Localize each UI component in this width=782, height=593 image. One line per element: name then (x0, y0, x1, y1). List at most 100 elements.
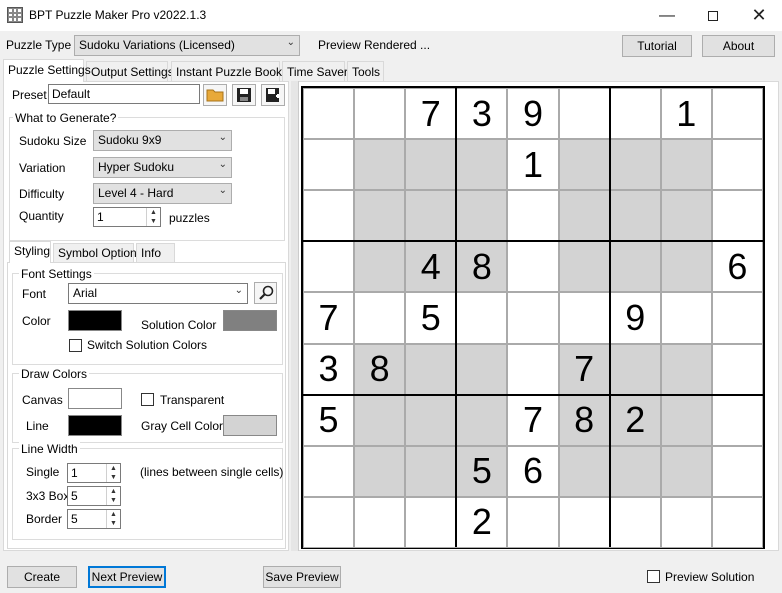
border-width-stepper[interactable]: 5 ▲ ▼ (67, 509, 121, 529)
sudoku-cell: 7 (405, 88, 457, 140)
sudoku-cell: 9 (507, 88, 559, 140)
sudoku-cell (660, 190, 712, 242)
spin-arrows-icon[interactable]: ▲ ▼ (106, 510, 120, 528)
color-label: Color (22, 314, 51, 328)
status-text: Preview Rendered ... (318, 38, 431, 52)
sudoku-cell (456, 343, 508, 395)
box-width-stepper[interactable]: 5 ▲ ▼ (67, 486, 121, 506)
save-as-icon[interactable] (261, 84, 285, 106)
tab-output-settings[interactable]: Output Settings (86, 61, 174, 81)
about-button[interactable]: About (702, 35, 775, 57)
tab-puzzle-settings[interactable]: Puzzle Settings (3, 59, 91, 82)
sudoku-cell (609, 241, 661, 293)
draw-colors-title: Draw Colors (19, 367, 90, 381)
sudoku-cell: 6 (507, 445, 559, 497)
tab-instant-puzzle-books[interactable]: Instant Puzzle Books (171, 61, 288, 81)
sudoku-cell (507, 496, 559, 548)
title-bar: BPT Puzzle Maker Pro v2022.1.3 — ✕ (0, 0, 782, 31)
save-preview-button[interactable]: Save Preview (263, 566, 341, 588)
sudoku-cell (660, 394, 712, 446)
size-value: Sudoku 9x9 (98, 133, 162, 147)
sudoku-cell (354, 445, 406, 497)
spin-arrows-icon[interactable]: ▲ ▼ (146, 208, 160, 226)
gray-cell-color-swatch[interactable] (223, 415, 277, 436)
sudoku-cell: 5 (405, 292, 457, 344)
sudoku-cell (711, 139, 763, 191)
sudoku-cell (558, 496, 610, 548)
variation-select[interactable]: Hyper Sudoku ⌄ (93, 157, 232, 178)
sudoku-cell (507, 241, 559, 293)
tab-styling[interactable]: Styling (9, 241, 51, 263)
magnifier-icon[interactable] (254, 282, 277, 304)
line-label: Line (26, 419, 49, 433)
difficulty-label: Difficulty (19, 187, 65, 201)
sudoku-cell (609, 88, 661, 140)
sudoku-cell (354, 394, 406, 446)
border-width-value: 5 (71, 512, 78, 526)
gray-cell-color-label: Gray Cell Color (141, 419, 224, 433)
window-title: BPT Puzzle Maker Pro v2022.1.3 (29, 8, 207, 22)
tutorial-button[interactable]: Tutorial (622, 35, 692, 57)
sudoku-cell (660, 343, 712, 395)
size-select[interactable]: Sudoku 9x9 ⌄ (93, 130, 232, 151)
sudoku-cell (405, 445, 457, 497)
save-icon[interactable] (232, 84, 256, 106)
chevron-down-icon: ⌄ (234, 285, 243, 296)
canvas-color-swatch[interactable] (68, 388, 122, 409)
create-button[interactable]: Create (7, 566, 77, 588)
solution-color-swatch[interactable] (223, 310, 277, 331)
difficulty-value: Level 4 - Hard (98, 186, 174, 200)
close-icon[interactable]: ✕ (736, 0, 782, 31)
sudoku-cell (609, 190, 661, 242)
sudoku-cell: 4 (405, 241, 457, 293)
folder-icon[interactable] (203, 84, 227, 106)
sudoku-cell (558, 190, 610, 242)
single-width-stepper[interactable]: 1 ▲ ▼ (67, 463, 121, 483)
difficulty-select[interactable]: Level 4 - Hard ⌄ (93, 183, 232, 204)
quantity-stepper[interactable]: 1 ▲ ▼ (93, 207, 161, 227)
sudoku-cell: 5 (303, 394, 355, 446)
minimize-button[interactable]: — (644, 0, 690, 31)
sudoku-cell (303, 139, 355, 191)
box-divider (303, 393, 763, 396)
sudoku-cell (660, 241, 712, 293)
variation-label: Variation (19, 161, 66, 175)
sudoku-cell: 3 (456, 88, 508, 140)
size-label: Sudoku Size (19, 134, 87, 148)
generate-group-title: What to Generate? (13, 111, 119, 125)
sudoku-cell (456, 190, 508, 242)
preview-scrollbar[interactable] (291, 81, 299, 551)
puzzle-type-select[interactable]: Sudoku Variations (Licensed) ⌄ (74, 35, 300, 56)
font-color-swatch[interactable] (68, 310, 122, 331)
next-preview-button[interactable]: Next Preview (88, 566, 166, 588)
font-select[interactable]: Arial ⌄ (68, 283, 248, 304)
font-settings-title: Font Settings (19, 267, 94, 281)
sudoku-cell: 7 (507, 394, 559, 446)
spin-arrows-icon[interactable]: ▲ ▼ (106, 487, 120, 505)
tab-tools[interactable]: Tools (347, 61, 384, 81)
maximize-button[interactable] (690, 0, 736, 31)
box-width-label: 3x3 Box (26, 489, 70, 503)
sudoku-cell (303, 88, 355, 140)
tab-time-saver[interactable]: Time Saver (282, 61, 348, 81)
tab-info[interactable]: Info (136, 243, 175, 262)
sudoku-cell: 9 (609, 292, 661, 344)
sudoku-cell (609, 445, 661, 497)
transparent-checkbox[interactable] (141, 393, 154, 406)
solution-color-label: Solution Color (141, 318, 217, 332)
sudoku-cell (354, 496, 406, 548)
sudoku-cell (609, 139, 661, 191)
puzzle-type-value: Sudoku Variations (Licensed) (79, 38, 235, 52)
line-color-swatch[interactable] (68, 415, 122, 436)
tab-symbol-options[interactable]: Symbol Options (53, 243, 143, 262)
sudoku-cell: 7 (303, 292, 355, 344)
spin-arrows-icon[interactable]: ▲ ▼ (106, 464, 120, 482)
font-label: Font (22, 287, 47, 301)
preview-solution-label: Preview Solution (665, 570, 755, 584)
sudoku-cell (660, 139, 712, 191)
preset-input[interactable]: Default (48, 84, 200, 104)
switch-solution-colors-checkbox[interactable] (69, 339, 82, 352)
canvas-label: Canvas (22, 393, 63, 407)
sudoku-cell: 3 (303, 343, 355, 395)
preview-solution-checkbox[interactable] (647, 570, 660, 583)
